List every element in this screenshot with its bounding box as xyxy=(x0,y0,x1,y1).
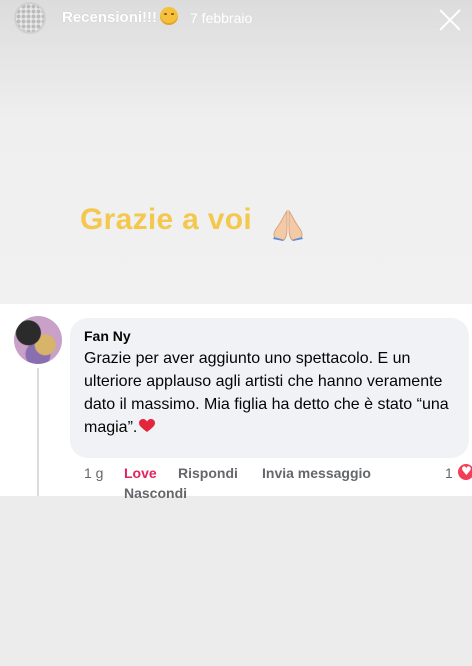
story-date: 7 febbraio xyxy=(190,10,253,26)
comment-author[interactable]: Fan Ny xyxy=(84,328,131,344)
relieved-face-icon xyxy=(160,7,178,25)
story-caption: Grazie a voi xyxy=(80,203,253,236)
avatar[interactable] xyxy=(14,316,62,364)
love-reaction-icon[interactable] xyxy=(456,462,472,482)
folded-hands-icon xyxy=(273,209,303,241)
comment-bubble: Fan Ny Grazie per aver aggiunto uno spet… xyxy=(70,318,469,458)
story-title[interactable]: Recensioni!!! xyxy=(62,9,157,26)
red-heart-icon xyxy=(139,419,156,432)
send-message-button[interactable]: Invia messaggio xyxy=(262,465,371,481)
reaction-count[interactable]: 1 xyxy=(445,465,453,481)
hide-button[interactable]: Nascondi xyxy=(124,485,187,501)
story-header: Recensioni!!! 7 febbraio xyxy=(0,0,472,38)
comment-time: 1 g xyxy=(84,465,104,481)
reply-button[interactable]: Rispondi xyxy=(178,465,238,481)
close-icon[interactable] xyxy=(436,6,464,34)
story-avatar[interactable] xyxy=(14,2,46,34)
comment-text-block: Grazie per aver aggiunto uno spettacolo.… xyxy=(84,347,464,439)
thread-line xyxy=(37,368,39,496)
story-background xyxy=(0,0,472,304)
love-button[interactable]: Love xyxy=(124,465,157,481)
